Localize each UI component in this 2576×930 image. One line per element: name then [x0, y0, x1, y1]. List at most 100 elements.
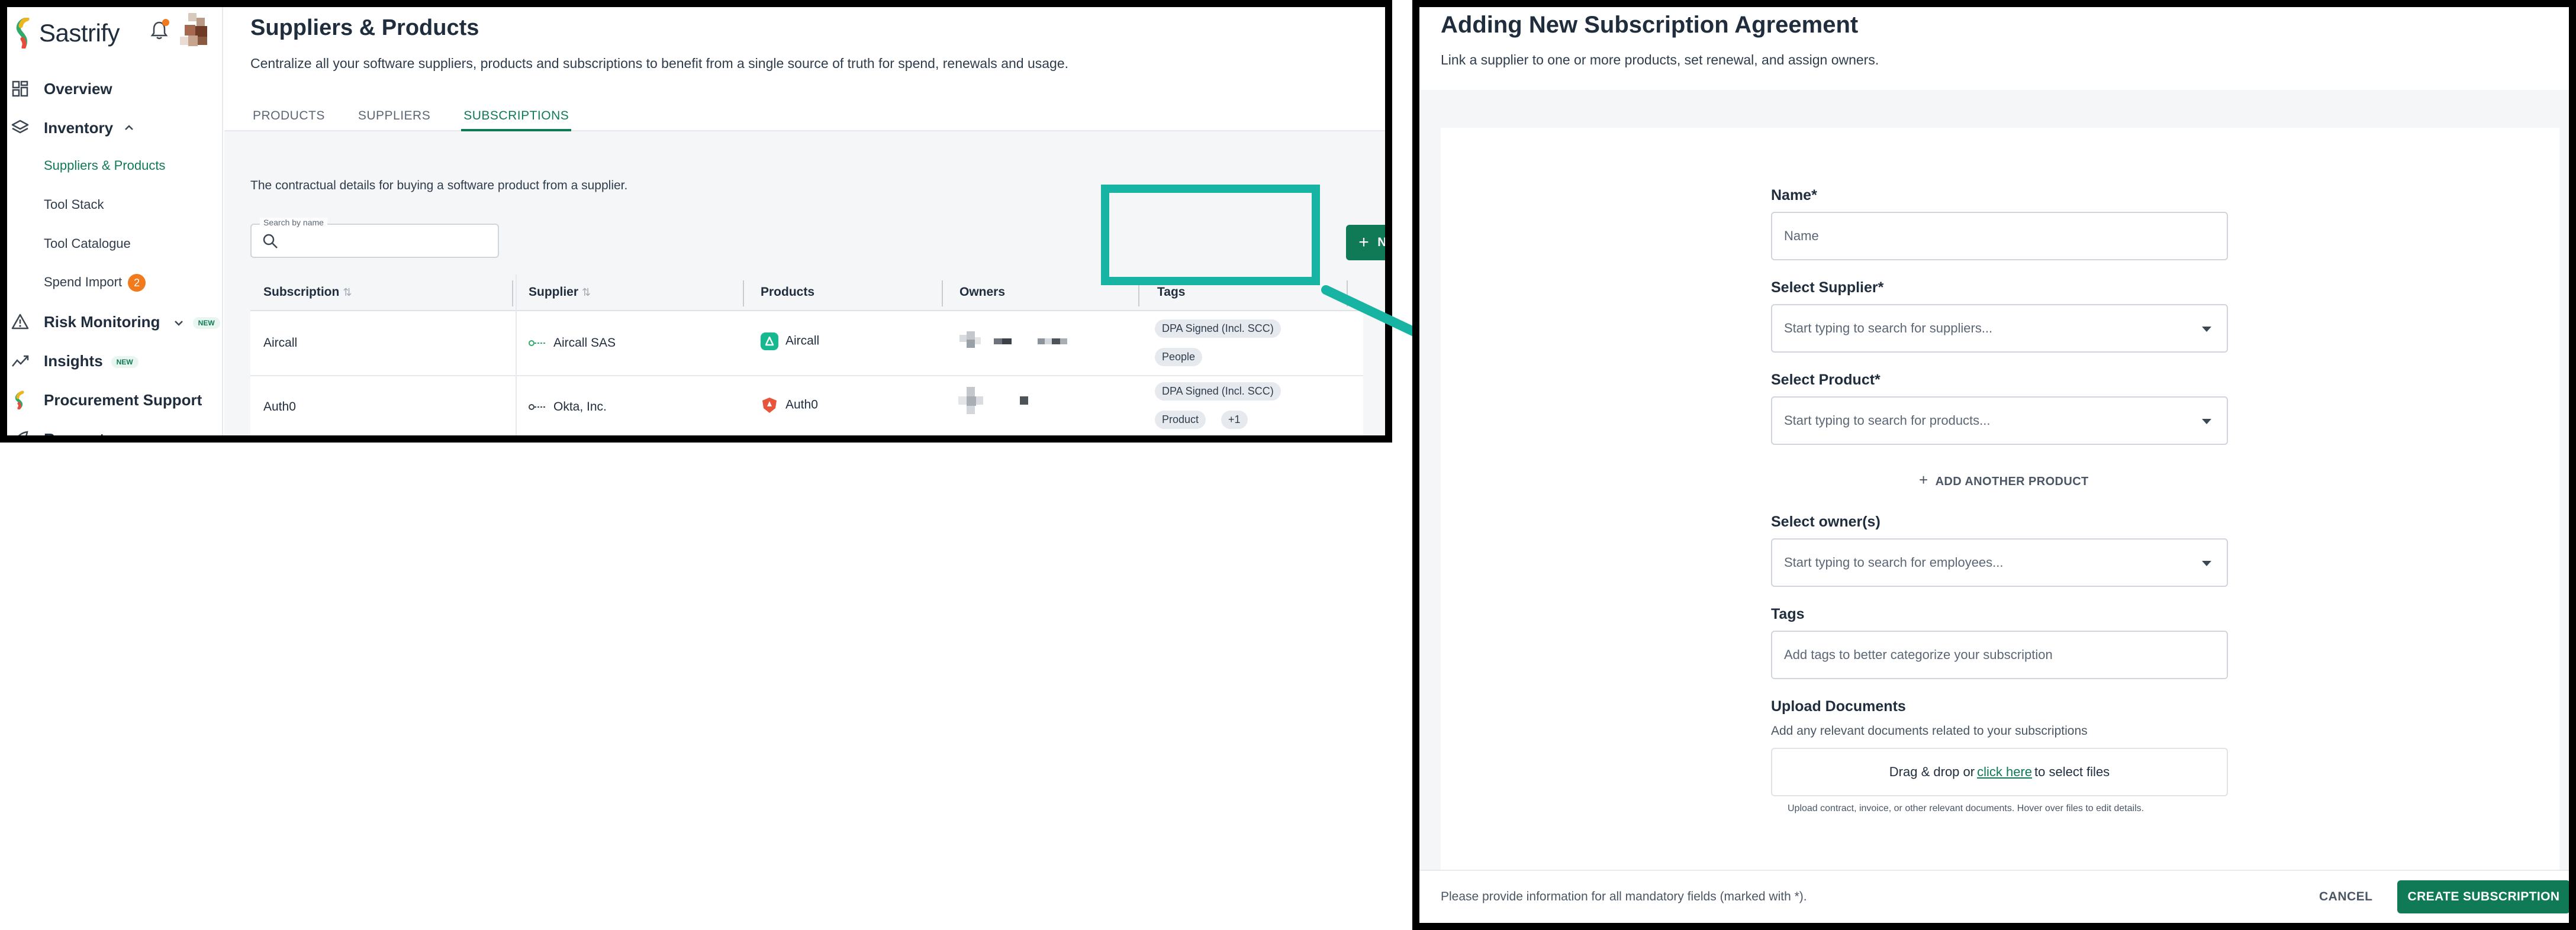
dialog-footer: Please provide information for all manda…	[1419, 870, 2569, 923]
count-badge: 2	[128, 274, 146, 292]
sidebar-item-inventory[interactable]: Inventory	[7, 111, 222, 144]
column-divider[interactable]	[512, 280, 513, 306]
page-subtitle: Centralize all your software suppliers, …	[250, 56, 1069, 71]
column-header-supplier[interactable]: Supplier ⇅	[529, 285, 591, 299]
product-cell: Aircall	[761, 332, 819, 350]
supplier-placeholder: Start typing to search for suppliers...	[1784, 321, 1993, 335]
insights-label: Insights	[44, 351, 103, 370]
file-drop-zone[interactable]: Drag & drop or click here to select file…	[1771, 748, 2228, 796]
upload-hint: Upload contract, invoice, or other relev…	[1788, 803, 2144, 813]
column-divider[interactable]	[743, 280, 744, 306]
column-header-products[interactable]: Products	[761, 285, 814, 299]
subscription-name: Aircall	[263, 336, 298, 350]
tag-chip[interactable]: DPA Signed (Incl. SCC)	[1155, 382, 1281, 401]
owner-select[interactable]: Start typing to search for employees...	[1771, 538, 2228, 587]
product-placeholder: Start typing to search for products...	[1784, 413, 1991, 428]
tab-suppliers[interactable]: SUPPLIERS	[356, 102, 433, 131]
sidebar-item-risk-monitoring[interactable]: Risk Monitoring NEW	[7, 305, 222, 338]
supplier-cell: Aircall SAS	[529, 336, 616, 350]
tags-label: Tags	[1771, 606, 1805, 622]
search-input[interactable]: Search by name	[250, 218, 499, 258]
sidebar-item-suppliers-products[interactable]: Suppliers & Products	[7, 149, 222, 182]
tab-bar: PRODUCTS SUPPLIERS SUBSCRIPTIONS	[250, 102, 600, 131]
tab-products[interactable]: PRODUCTS	[250, 102, 327, 131]
sidebar-item-spend-import[interactable]: Spend Import 2	[7, 266, 222, 299]
name-placeholder: Name	[1784, 228, 1819, 243]
dropdown-arrow-icon[interactable]	[2202, 419, 2211, 424]
dropdown-arrow-icon[interactable]	[2202, 327, 2211, 332]
sort-icon[interactable]: ⇅	[343, 286, 352, 298]
table-row[interactable]: Aircall Aircall SAS Aircall DPA Signed (…	[250, 311, 1363, 376]
dialog-header: Adding New Subscription Agreement Link a…	[1419, 7, 2569, 90]
cancel-button[interactable]: CANCEL	[2311, 885, 2381, 909]
product-name: Auth0	[785, 398, 818, 412]
supplier-name: Okta, Inc.	[553, 400, 607, 414]
owner-label: Select owner(s)	[1771, 514, 1881, 530]
product-label: Select Product*	[1771, 372, 1881, 388]
tag-chip-more[interactable]: +1	[1221, 411, 1248, 429]
aircall-supplier-icon	[529, 340, 546, 347]
column-header-subscription[interactable]: Subscription ⇅	[263, 285, 352, 299]
supplier-name: Aircall SAS	[553, 336, 616, 350]
drop-text: to select files	[2034, 764, 2110, 779]
sidebar-item-tool-catalogue[interactable]: Tool Catalogue	[7, 227, 222, 260]
column-divider[interactable]	[942, 280, 943, 306]
sidebar-item-label: Overview	[44, 79, 112, 98]
chevron-up-icon[interactable]	[123, 122, 135, 134]
form-card: Name* Name Select Supplier* Start typing…	[1441, 128, 2559, 879]
tag-chip[interactable]: DPA Signed (Incl. SCC)	[1155, 319, 1281, 338]
aircall-product-icon	[761, 332, 778, 350]
sidebar-item-tool-stack[interactable]: Tool Stack	[7, 188, 222, 221]
highlight-annotation	[1101, 185, 1320, 285]
sidebar-item-label: Spend Import 2	[44, 274, 146, 292]
drop-text: Drag & drop or	[1889, 764, 1975, 779]
sidebar-item-label: Procurement Support	[44, 390, 202, 409]
product-select[interactable]: Start typing to search for products...	[1771, 396, 2228, 445]
product-name: Aircall	[785, 334, 820, 348]
sidebar-item-procurement-support[interactable]: Procurement Support	[7, 383, 222, 416]
sidebar-item-requests[interactable]: Requests	[7, 422, 222, 435]
new-badge: NEW	[111, 356, 139, 368]
owners-avatars[interactable]	[958, 386, 1089, 421]
brand[interactable]: Sastrify	[15, 12, 120, 54]
search-label: Search by name	[260, 218, 327, 227]
column-header-tags[interactable]: Tags	[1157, 285, 1185, 299]
tags-input[interactable]: Add tags to better categorize your subsc…	[1771, 631, 2228, 679]
add-another-product-button[interactable]: + ADD ANOTHER PRODUCT	[1919, 471, 2089, 489]
supplier-select[interactable]: Start typing to search for suppliers...	[1771, 304, 2228, 353]
page-title: Suppliers & Products	[250, 15, 479, 40]
new-subscription-button[interactable]: + NEW SUBSCRIPTION	[1346, 225, 1387, 260]
layers-icon	[11, 120, 29, 134]
header-label: Owners	[959, 285, 1006, 299]
sidebar-item-overview[interactable]: Overview	[7, 72, 222, 105]
sidebar-item-insights[interactable]: Insights NEW	[7, 344, 222, 377]
spend-import-label: Spend Import	[44, 274, 123, 289]
create-subscription-button[interactable]: CREATE SUBSCRIPTION	[2397, 880, 2569, 913]
click-here-link[interactable]: click here	[1977, 764, 2032, 780]
header-label: Subscription	[263, 285, 340, 299]
user-avatar[interactable]	[180, 13, 211, 47]
upload-description: Add any relevant documents related to yo…	[1771, 724, 2088, 738]
column-header-owners[interactable]: Owners	[959, 285, 1005, 299]
tag-chip[interactable]: People	[1155, 348, 1203, 366]
chevron-down-icon[interactable]	[173, 317, 185, 329]
sastrify-logo-icon	[16, 18, 30, 49]
tab-subscriptions[interactable]: SUBSCRIPTIONS	[461, 102, 572, 131]
tag-chip[interactable]: Product	[1155, 411, 1206, 429]
name-field[interactable]: Name	[1771, 212, 2228, 260]
mandatory-fields-note: Please provide information for all manda…	[1441, 890, 1807, 903]
warning-triangle-icon	[11, 314, 29, 330]
new-subscription-label: NEW SUBSCRIPTION	[1377, 235, 1387, 249]
sort-icon[interactable]: ⇅	[582, 286, 591, 298]
tags-placeholder: Add tags to better categorize your subsc…	[1784, 647, 2053, 662]
auth0-shield-icon	[762, 398, 777, 413]
sidebar: Sastrify Overview Inventory Suppliers & …	[7, 7, 223, 435]
sidebar-item-label: Tool Catalogue	[44, 236, 131, 251]
notification-dot	[162, 19, 169, 26]
sidebar-item-label: Suppliers & Products	[44, 158, 166, 173]
plus-icon: +	[1919, 471, 1928, 489]
dropdown-arrow-icon[interactable]	[2202, 561, 2211, 566]
table-row[interactable]: Auth0 Okta, Inc. Auth0 DPA Signed (Incl.…	[250, 376, 1363, 435]
subscription-name: Auth0	[263, 400, 296, 414]
owners-avatars[interactable]	[958, 330, 1089, 356]
